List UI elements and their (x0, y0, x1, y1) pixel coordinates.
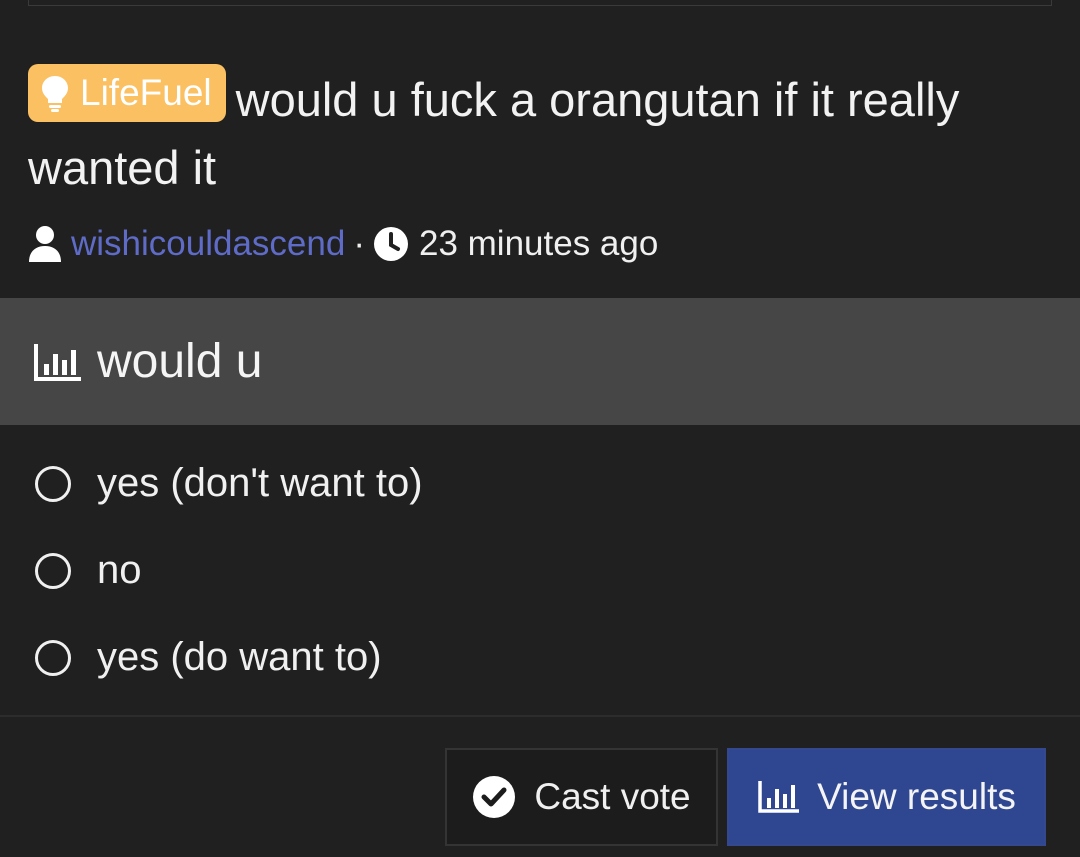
bar-chart-icon (34, 343, 81, 381)
clock-icon (373, 227, 408, 261)
view-results-label: View results (817, 776, 1016, 817)
bar-chart-icon (758, 781, 800, 813)
thread-header: LifeFuel would u fuck a orangutan if it … (28, 64, 1058, 202)
divider (0, 715, 1080, 717)
thread-meta: wishicouldascend · 23 minutes ago (28, 220, 658, 268)
previous-post-box (28, 0, 1052, 6)
meta-separator: · (353, 224, 365, 263)
poll-option-label[interactable]: yes (don't want to) (97, 461, 423, 506)
radio-button[interactable] (35, 465, 71, 502)
poll-header: would u (0, 298, 1080, 425)
check-circle-icon (473, 776, 516, 818)
tag-label: LifeFuel (80, 72, 212, 113)
poll-options: yes (don't want to) no yes (do want to) (0, 440, 1080, 701)
radio-button[interactable] (35, 552, 71, 589)
user-icon (29, 226, 61, 262)
cast-vote-button[interactable]: Cast vote (445, 748, 718, 846)
thread-prefix-tag[interactable]: LifeFuel (28, 64, 226, 122)
radio-button[interactable] (35, 639, 71, 676)
poll-option-label[interactable]: no (97, 548, 142, 593)
view-results-button[interactable]: View results (727, 748, 1046, 846)
post-time[interactable]: 23 minutes ago (419, 224, 658, 264)
thread-title: LifeFuel would u fuck a orangutan if it … (28, 64, 1058, 202)
poll-option[interactable]: yes (do want to) (0, 614, 1080, 701)
cast-vote-label: Cast vote (534, 776, 691, 817)
poll-option-label[interactable]: yes (do want to) (97, 635, 382, 680)
poll-question: would u (97, 335, 263, 388)
author-link[interactable]: wishicouldascend (71, 224, 345, 264)
lightbulb-icon (42, 76, 68, 112)
poll-option[interactable]: no (0, 527, 1080, 614)
poll-option[interactable]: yes (don't want to) (0, 440, 1080, 527)
